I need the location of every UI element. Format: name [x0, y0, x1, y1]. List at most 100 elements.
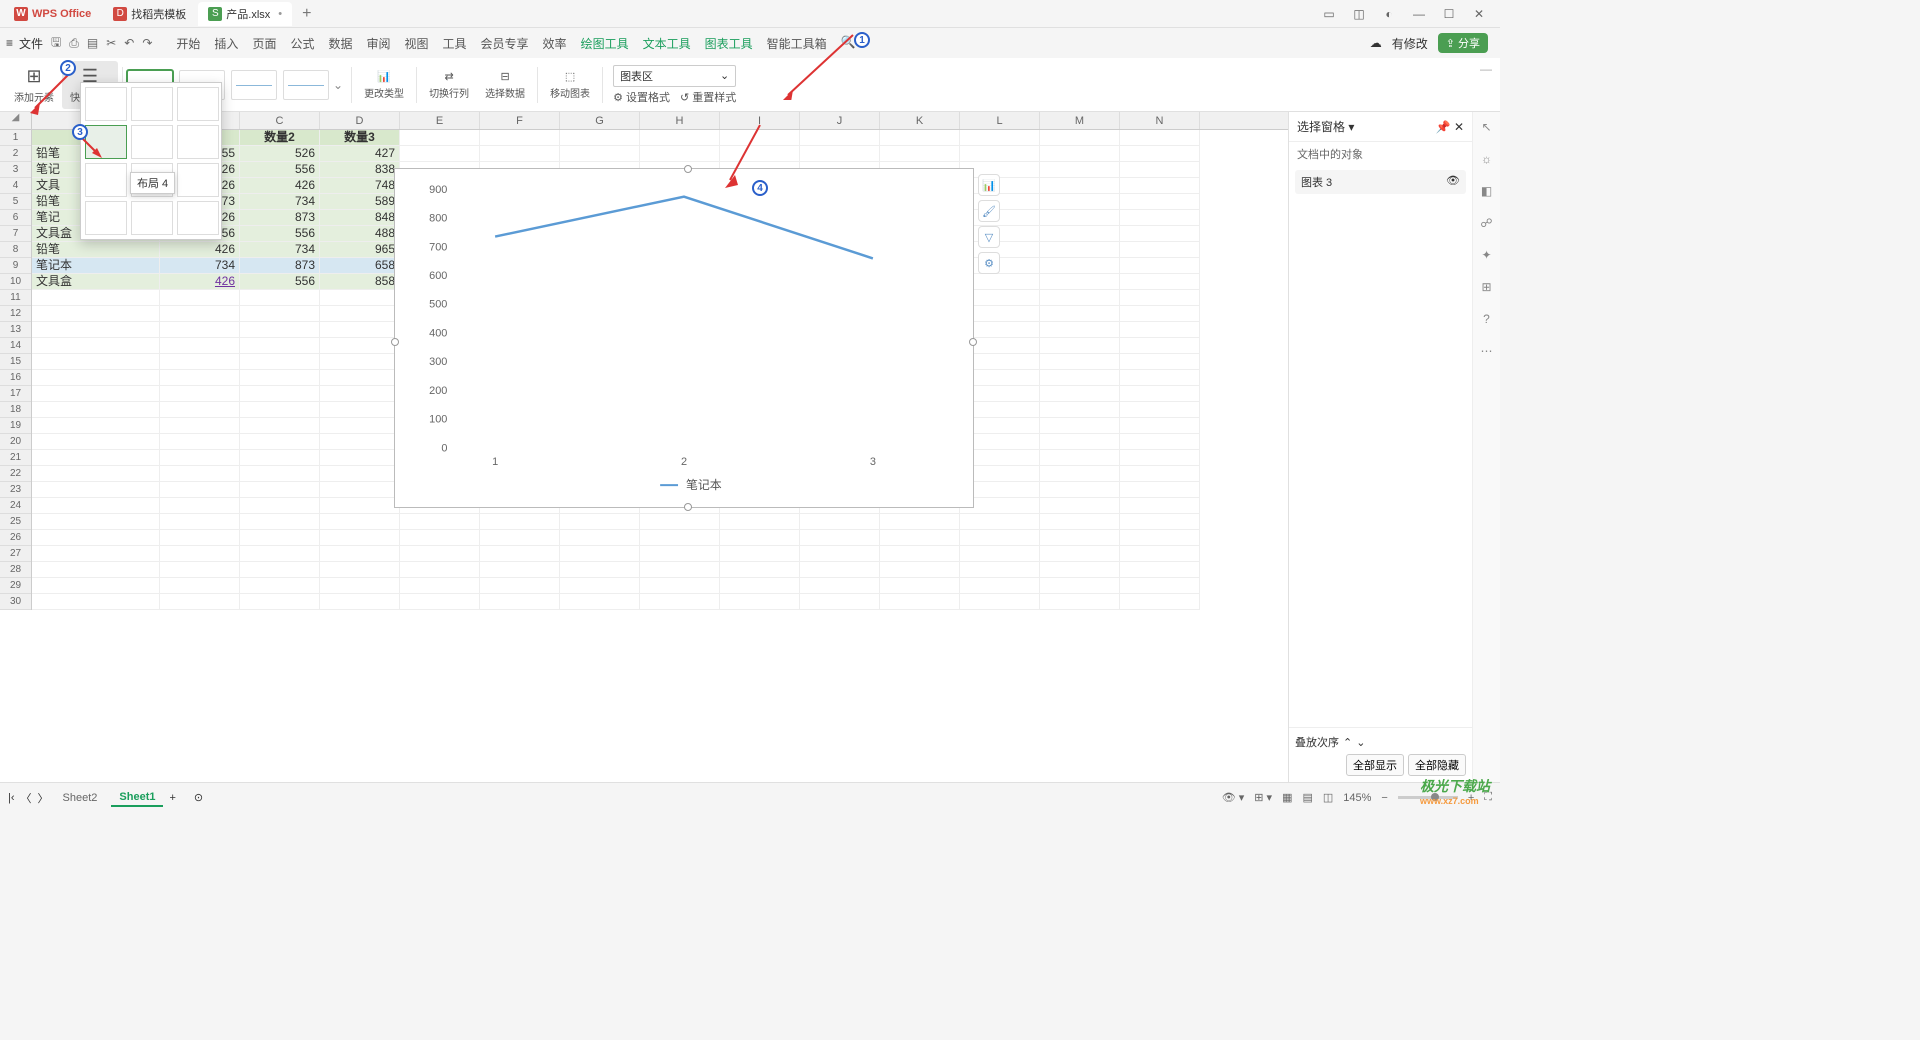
layout-5[interactable]: [131, 125, 173, 159]
layout-7[interactable]: [85, 163, 127, 197]
tab-drawing-tools[interactable]: 绘图工具: [581, 35, 629, 52]
switch-rowcol-button[interactable]: ⇄切换行列: [421, 61, 477, 109]
tab-review[interactable]: 审阅: [366, 35, 390, 52]
down-icon[interactable]: ⌄: [1356, 736, 1365, 749]
cube-icon[interactable]: ◫: [1350, 7, 1368, 21]
settings-icon[interactable]: ☼: [1481, 152, 1492, 166]
chart-style-3[interactable]: [231, 70, 277, 100]
file-menu[interactable]: 文件: [19, 35, 43, 52]
svg-text:0: 0: [441, 442, 447, 454]
pin-icon[interactable]: 📌: [1436, 120, 1451, 134]
set-format-button[interactable]: ⚙ 设置格式: [613, 89, 670, 105]
zoom-out-icon[interactable]: −: [1381, 792, 1387, 804]
annotation-arrow-1: [783, 30, 863, 100]
chart-object[interactable]: 0100200300400500600700800900123笔记本: [394, 168, 974, 508]
layout-9[interactable]: [177, 163, 219, 197]
svg-text:400: 400: [429, 327, 447, 339]
chart-brush-icon[interactable]: 🖌: [978, 200, 1000, 222]
maximize-icon[interactable]: ☐: [1440, 7, 1458, 21]
close-icon[interactable]: ✕: [1470, 7, 1488, 21]
chart-filter-icon[interactable]: ▽: [978, 226, 1000, 248]
chart-side-buttons: 📊 🖌 ▽ ⚙: [978, 174, 1000, 274]
chart-style-4[interactable]: [283, 70, 329, 100]
annotation-bubble-3: 3: [72, 124, 88, 140]
hide-all-button[interactable]: 全部隐藏: [1408, 754, 1466, 776]
chart-settings-icon[interactable]: ⚙: [978, 252, 1000, 274]
sheet-nav-first[interactable]: |‹: [8, 792, 15, 804]
template-tab[interactable]: D找稻壳模板: [103, 2, 196, 26]
tab-text-tools[interactable]: 文本工具: [643, 35, 691, 52]
new-tab-button[interactable]: +: [294, 5, 319, 23]
layout-tooltip: 布局 4: [130, 172, 175, 194]
close-pane-icon[interactable]: ✕: [1454, 120, 1464, 134]
more-icon[interactable]: ⋯: [1481, 344, 1493, 358]
move-chart-button[interactable]: ⬚移动图表: [542, 61, 598, 109]
sheet-tab-sheet2[interactable]: Sheet2: [55, 790, 106, 806]
select-all-corner[interactable]: ◢: [0, 112, 32, 130]
svg-text:600: 600: [429, 270, 447, 282]
view-normal-icon[interactable]: ▦: [1282, 791, 1292, 804]
undo-icon[interactable]: ↶: [124, 36, 134, 50]
cut-icon[interactable]: ✂: [106, 36, 116, 50]
sheet-nav-next[interactable]: 〉: [38, 790, 49, 806]
up-icon[interactable]: ⌃: [1343, 736, 1352, 749]
tab-formula[interactable]: 公式: [290, 35, 314, 52]
redo-icon[interactable]: ↷: [142, 36, 152, 50]
minimize-icon[interactable]: —: [1410, 7, 1428, 21]
zoom-value[interactable]: 145%: [1343, 792, 1371, 804]
layout-11[interactable]: [131, 201, 173, 235]
add-sheet-button[interactable]: +: [169, 792, 175, 804]
layout-12[interactable]: [177, 201, 219, 235]
collapse-ribbon-icon[interactable]: —: [1480, 62, 1492, 76]
tab-data[interactable]: 数据: [328, 35, 352, 52]
share-button[interactable]: ⇪ 分享: [1438, 33, 1488, 53]
layout-1[interactable]: [85, 87, 127, 121]
sheet-nav-prev[interactable]: 〈: [21, 790, 32, 806]
tab-tools[interactable]: 工具: [443, 35, 467, 52]
tab-member[interactable]: 会员专享: [481, 35, 529, 52]
view-break-icon[interactable]: ◫: [1323, 791, 1333, 804]
save-icon[interactable]: 🖫: [51, 33, 61, 54]
link-icon[interactable]: ☍: [1480, 216, 1492, 230]
chart-area-select[interactable]: 图表区⌄: [613, 65, 736, 87]
view-page-icon[interactable]: ▤: [1302, 791, 1312, 804]
layout-3[interactable]: [177, 87, 219, 121]
eye-status-icon[interactable]: 👁 ▾: [1222, 791, 1245, 804]
tab-page[interactable]: 页面: [252, 35, 276, 52]
chart-elements-icon[interactable]: 📊: [978, 174, 1000, 196]
gallery-more-icon[interactable]: ⌄: [329, 78, 347, 92]
cursor-icon[interactable]: ↖: [1481, 120, 1491, 134]
grid-icon[interactable]: ⊞: [1481, 280, 1491, 294]
layout-icon[interactable]: ▭: [1320, 7, 1338, 21]
pane-item-chart3[interactable]: 图表 3 👁: [1295, 170, 1466, 194]
annotation-arrow-2: [30, 68, 80, 118]
row-headers[interactable]: 1234567891011121314151617181920212223242…: [0, 130, 32, 610]
grid-status-icon[interactable]: ⊞ ▾: [1254, 791, 1272, 804]
preview-icon[interactable]: ▤: [87, 36, 98, 50]
tab-efficiency[interactable]: 效率: [543, 35, 567, 52]
tab-chart-tools[interactable]: 图表工具: [705, 35, 753, 52]
layout-6[interactable]: [177, 125, 219, 159]
help-icon[interactable]: ?: [1483, 312, 1490, 326]
record-icon[interactable]: ⊙: [194, 791, 203, 804]
user-icon[interactable]: ◐: [1380, 7, 1398, 21]
layers-icon[interactable]: ◧: [1481, 184, 1492, 198]
sparkle-icon[interactable]: ✦: [1481, 248, 1491, 262]
tab-start[interactable]: 开始: [176, 35, 200, 52]
svg-text:800: 800: [429, 213, 447, 225]
show-all-button[interactable]: 全部显示: [1346, 754, 1404, 776]
file-tab[interactable]: S产品.xlsx•: [198, 2, 292, 26]
sheet-tab-sheet1[interactable]: Sheet1: [111, 789, 163, 807]
tab-view[interactable]: 视图: [405, 35, 429, 52]
select-data-button[interactable]: ⊟选择数据: [477, 61, 533, 109]
change-type-button[interactable]: 📊更改类型: [356, 61, 412, 109]
eye-icon[interactable]: 👁: [1446, 174, 1460, 190]
layout-2[interactable]: [131, 87, 173, 121]
reset-style-button[interactable]: ↺ 重置样式: [680, 89, 736, 105]
cloud-icon[interactable]: ☁: [1370, 36, 1382, 50]
print-icon[interactable]: ⎙: [69, 36, 79, 51]
hamburger-icon[interactable]: ≡: [6, 36, 13, 50]
layout-10[interactable]: [85, 201, 127, 235]
tab-insert[interactable]: 插入: [214, 35, 238, 52]
template-icon: D: [113, 7, 127, 21]
